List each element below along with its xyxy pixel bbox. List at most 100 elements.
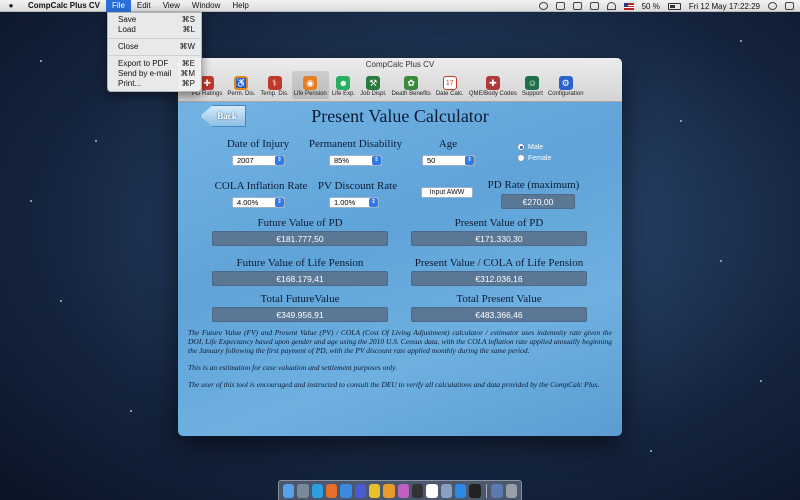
fv-life-pension-label: Future Value of Life Pension <box>236 257 364 269</box>
window-title: CompCalc Plus CV <box>365 60 435 69</box>
menu-item-print[interactable]: Print... ⌘P <box>108 79 201 89</box>
menu-separator <box>108 55 201 56</box>
toolbar-item-life-exp[interactable]: ☻ Life Exp. <box>330 71 357 99</box>
toolbar-label: QME/Body Codes <box>468 91 517 97</box>
finder-icon[interactable] <box>282 483 295 498</box>
menu-separator <box>108 38 201 39</box>
star <box>650 450 652 452</box>
menu-help[interactable]: Help <box>226 0 254 12</box>
notes-icon[interactable] <box>368 483 381 498</box>
pv-life-pension-label: Present Value / COLA of Life Pension <box>414 257 584 269</box>
photos-icon[interactable] <box>397 483 409 498</box>
date-of-injury-select[interactable]: 2007 ⇕ <box>232 155 285 166</box>
dropbox-icon[interactable] <box>572 2 582 10</box>
us-flag-icon[interactable] <box>623 2 634 10</box>
list-icon[interactable] <box>785 2 794 10</box>
cola-select[interactable]: 4.00% ⇕ <box>232 197 285 208</box>
launchpad-icon[interactable] <box>297 483 309 498</box>
star <box>740 40 742 42</box>
safari-icon[interactable] <box>340 483 352 498</box>
toolbar-item-qme-body-codes[interactable]: ✚ QME/Body Codes <box>467 71 519 99</box>
toolbar-item-death-benefits[interactable]: ✿ Death Benefits <box>389 71 432 99</box>
calendar-icon: 17 <box>442 76 457 90</box>
people-icon: ☻ <box>336 76 351 90</box>
status-area: 50 % Fri 12 May 17:22:29 <box>538 0 794 12</box>
select-value: 50 <box>427 156 436 165</box>
pv-pd-label: Present Value of PD <box>454 217 544 229</box>
description-paragraph: The user of this tool is encouraged and … <box>188 380 600 389</box>
calculator-panel: Back Present Value Calculator Date of In… <box>178 102 622 436</box>
description-paragraph: The Future Value (FV) and Present Value … <box>188 328 612 355</box>
gender-male-radio[interactable]: Male <box>517 143 543 151</box>
stepper-arrows-icon: ⇕ <box>275 198 284 207</box>
apple-menu-icon[interactable]: ● <box>0 1 22 10</box>
toolbar-label: Temp. Dis. <box>260 91 289 97</box>
description-paragraph: This is an estimation for case valuation… <box>188 363 397 372</box>
toolbar-label: Death Benefits <box>391 91 431 97</box>
trash-icon[interactable] <box>505 483 518 498</box>
clock[interactable]: Fri 12 May 17:22:29 <box>689 2 760 11</box>
toolbar-item-perm-dis[interactable]: ♿ Perm. Dis. <box>225 71 257 99</box>
toolbar-label: Job Displ. <box>360 91 387 97</box>
shortcut: ⌘M <box>180 69 195 78</box>
menu-file[interactable]: File <box>106 0 131 12</box>
age-select[interactable]: 50 ⇕ <box>422 155 475 166</box>
stepper-arrows-icon: ⇕ <box>465 156 474 165</box>
perm-disability-select[interactable]: 85% ⇕ <box>329 155 382 166</box>
toolbar-item-life-pension[interactable]: ◉ Life Pension <box>291 71 329 99</box>
menu-item-close[interactable]: Close ⌘W <box>108 42 201 52</box>
clipboard-icon[interactable] <box>555 2 565 10</box>
vpn-icon[interactable] <box>354 483 366 498</box>
input-aww-button[interactable]: Input AWW <box>421 187 473 198</box>
terminal-box-icon[interactable] <box>411 483 424 498</box>
toolbar-item-date-calc[interactable]: 17 Date Calc. <box>434 71 466 99</box>
app-window: CompCalc Plus CV ✚ PD Ratings ♿ Perm. Dis. ⚕… <box>178 58 622 436</box>
downloads-icon[interactable] <box>491 483 503 498</box>
toolbar-label: Support <box>521 91 543 97</box>
toolbar-item-configuration[interactable]: ⚙ Configuration <box>546 71 586 99</box>
menu-item-save[interactable]: Save ⌘S <box>108 15 201 25</box>
star <box>760 380 762 382</box>
fv-pd-value: €181.777,50 <box>212 231 388 246</box>
gender-female-radio[interactable]: Female <box>517 154 551 162</box>
menu-view[interactable]: View <box>157 0 186 12</box>
toolbar-item-temp-dis[interactable]: ⚕ Temp. Dis. <box>258 71 290 99</box>
sync-icon[interactable] <box>538 2 548 10</box>
display-icon[interactable] <box>589 2 599 10</box>
menu-item-send-email[interactable]: Send by e-mail ⌘M <box>108 69 201 79</box>
toolbar-item-job-displ[interactable]: ⚒ Job Displ. <box>358 71 388 99</box>
stepper-arrows-icon: ⇕ <box>372 156 381 165</box>
menu-item-load[interactable]: Load ⌘L <box>108 25 201 35</box>
wifi-icon[interactable] <box>606 2 616 10</box>
toolbar-label: Configuration <box>547 91 584 97</box>
worker-icon: ⚒ <box>366 76 381 90</box>
books-icon[interactable] <box>383 483 395 498</box>
select-value: 2007 <box>237 156 254 165</box>
dock-separator <box>485 483 487 498</box>
menu-window[interactable]: Window <box>186 0 226 12</box>
pv-life-pension-value: €312.036,16 <box>411 271 587 286</box>
app-menu[interactable]: CompCalc Plus CV <box>22 0 106 12</box>
terminal-icon[interactable] <box>469 483 481 498</box>
skype-icon[interactable] <box>311 483 323 498</box>
toolbar-item-support[interactable]: ☺ Support <box>520 71 545 99</box>
search-icon[interactable] <box>768 2 777 10</box>
wheelchair-icon: ♿ <box>234 76 249 90</box>
description: The Future Value (FV) and Present Value … <box>188 328 612 397</box>
shortcut: ⌘S <box>181 15 195 24</box>
discount-rate-label: PV Discount Rate <box>317 180 398 192</box>
firefox-icon[interactable] <box>325 483 338 498</box>
preview-icon[interactable] <box>440 483 452 498</box>
star <box>60 300 62 302</box>
battery-icon[interactable] <box>667 2 681 10</box>
calendar-icon[interactable] <box>426 483 438 498</box>
discount-rate-select[interactable]: 1.00% ⇕ <box>329 197 379 208</box>
menu-edit[interactable]: Edit <box>131 0 157 12</box>
menu-item-label: Load <box>118 25 136 34</box>
toolbar-label: Life Exp. <box>331 91 356 97</box>
select-value: 85% <box>334 156 350 165</box>
menu-item-export-pdf[interactable]: Export to PDF ⌘E <box>108 59 201 69</box>
toolbar-label: Life Pension <box>293 91 327 97</box>
app-store-icon[interactable] <box>454 483 467 498</box>
battery-percent: 50 % <box>641 1 660 11</box>
